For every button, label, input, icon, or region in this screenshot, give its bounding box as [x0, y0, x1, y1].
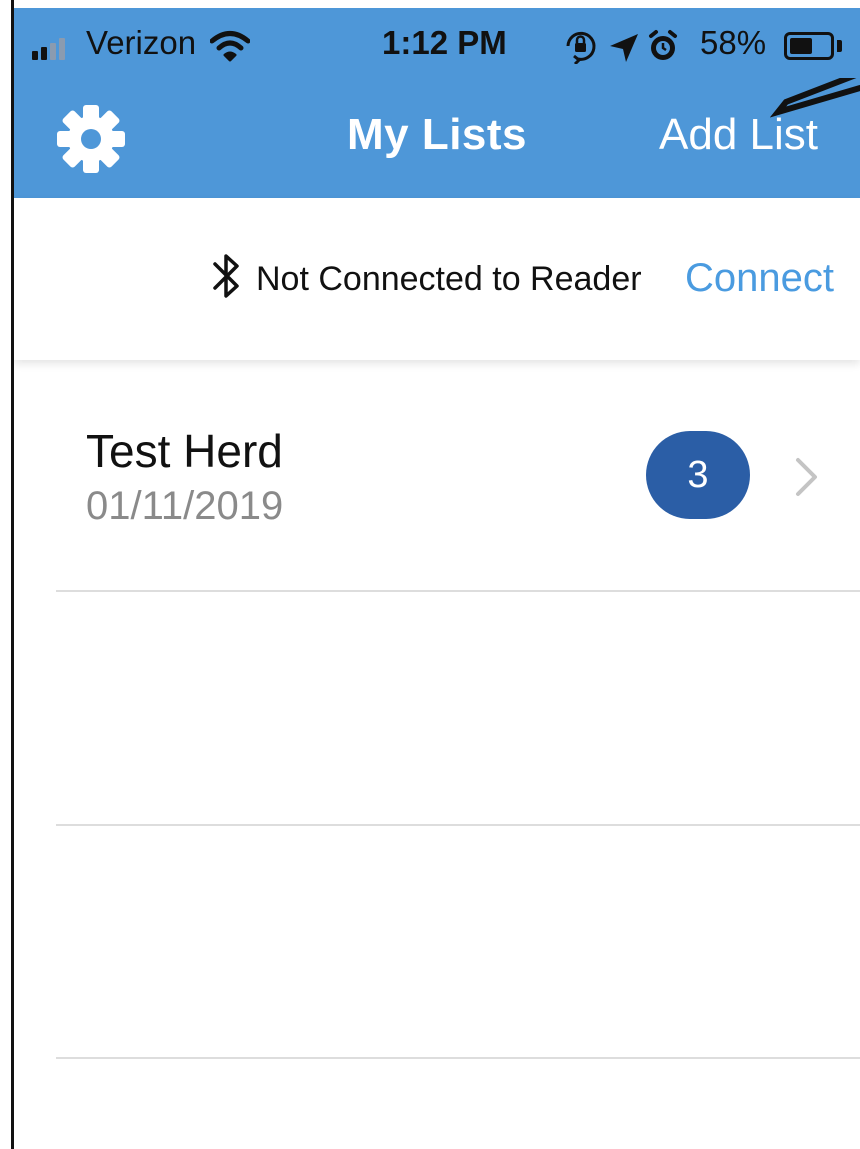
list-item[interactable]: Test Herd 01/11/2019 3 [14, 360, 860, 590]
app-screen: Verizon 1:12 PM 58% My Lists Add List No… [0, 0, 860, 1149]
empty-list-row [14, 826, 860, 1058]
battery-percent: 58% [700, 24, 767, 61]
location-icon [610, 34, 638, 62]
reader-connection-bar: Not Connected to Reader Connect [14, 198, 860, 360]
status-icons-group [566, 30, 677, 64]
chevron-right-icon [796, 458, 817, 496]
battery-fill [790, 38, 813, 54]
row-divider [56, 1057, 860, 1059]
bluetooth-icon [213, 254, 239, 298]
count-badge: 3 [646, 431, 750, 519]
screenshot-left-border [0, 0, 14, 1149]
add-list-button[interactable]: Add List [659, 110, 818, 160]
orientation-lock-icon [566, 31, 596, 64]
carrier-name: Verizon [86, 24, 197, 61]
list-item-date: 01/11/2019 [86, 484, 284, 528]
alarm-icon [649, 30, 677, 60]
screenshot-top-edge [0, 0, 860, 8]
signal-icon [32, 38, 65, 60]
empty-list-row [14, 592, 860, 824]
status-time: 1:12 PM [382, 24, 507, 61]
battery-icon [784, 32, 834, 60]
connect-button[interactable]: Connect [685, 256, 834, 301]
list-item-title: Test Herd [86, 425, 283, 477]
battery-nub [837, 40, 842, 52]
status-bar: Verizon 1:12 PM 58% [14, 8, 860, 78]
connection-status-text: Not Connected to Reader [256, 260, 642, 298]
wifi-icon [210, 31, 250, 62]
lists-container: Test Herd 01/11/2019 3 [14, 360, 860, 1149]
nav-bar: My Lists Add List [14, 78, 860, 198]
